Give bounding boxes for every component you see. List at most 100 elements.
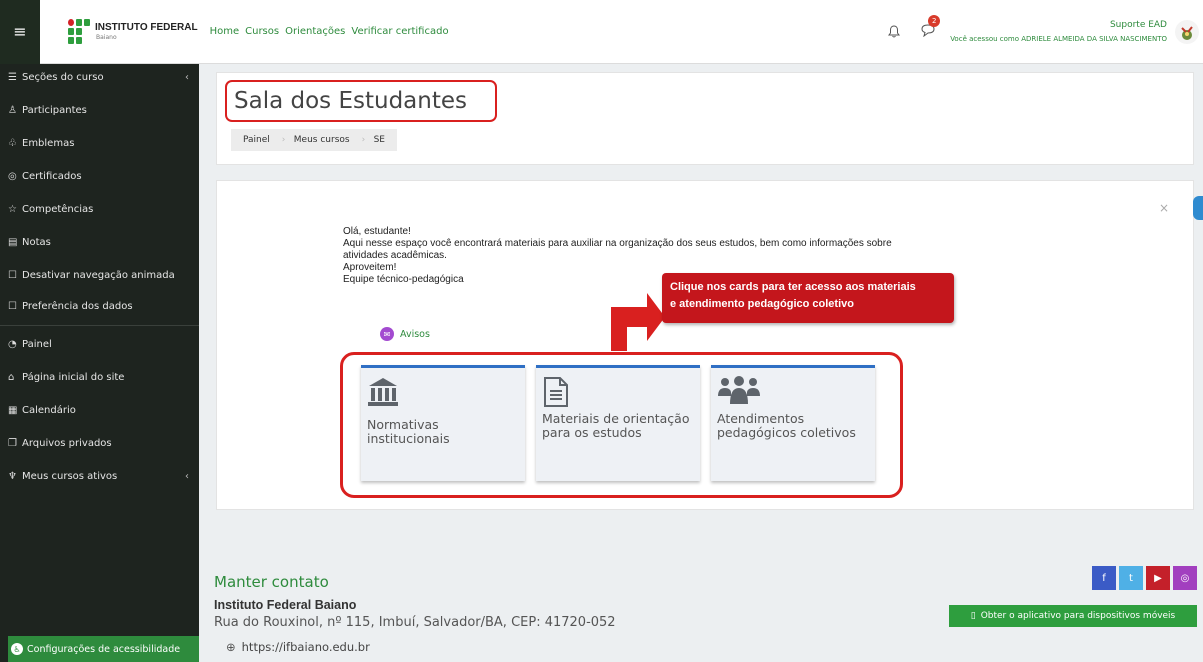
nav-link-orientacoes[interactable]: Orientações <box>285 26 345 37</box>
files-icon: ❐ <box>8 438 17 449</box>
breadcrumb-painel[interactable]: Painel <box>231 135 282 145</box>
card-atendimentos[interactable]: Atendimentos pedagógicos coletivos <box>711 365 875 481</box>
sidebar-item-secoes[interactable]: ☰ Seções do curso ‹ <box>0 71 199 84</box>
sidebar-item-label: Preferência dos dados <box>22 301 133 312</box>
forum-icon: ✉ <box>380 327 394 341</box>
globe-icon: ⊕ <box>226 640 236 654</box>
sidebar-item-painel[interactable]: ◔ Painel <box>0 338 199 351</box>
accessibility-icon: ♿ <box>11 643 23 655</box>
footer-site-link[interactable]: ⊕ https://ifbaiano.edu.br <box>226 640 370 654</box>
left-sidebar: ☰ Seções do curso ‹ ♙ Participantes ♧ Em… <box>0 64 199 662</box>
bell-icon[interactable] <box>888 24 902 39</box>
intro-line: atividades acadêmicas. <box>343 250 447 261</box>
card-label: Materiais de orientação para os estudos <box>542 411 690 440</box>
sidebar-item-calendario[interactable]: ▦ Calendário <box>0 404 199 417</box>
site-logo[interactable]: INSTITUTO FEDERAL Baiano <box>68 18 198 45</box>
sidebar-item-desativar-navegacao[interactable]: ☐ Desativar navegação animada <box>0 269 199 282</box>
youtube-icon[interactable]: ▶ <box>1146 566 1170 590</box>
nav-link-home[interactable]: Home <box>210 26 240 37</box>
sidebar-item-label: Certificados <box>22 171 82 182</box>
institution-icon <box>367 376 399 416</box>
get-mobile-app-button[interactable]: ▯ Obter o aplicativo para dispositivos m… <box>949 605 1197 627</box>
user-menu[interactable]: Suporte EAD Você acessou como ADRIELE AL… <box>950 20 1167 43</box>
avisos-label: Avisos <box>400 328 430 340</box>
logo-mark-icon <box>68 18 90 45</box>
sidebar-item-certificados[interactable]: ◎ Certificados <box>0 170 199 183</box>
sidebar-item-label: Notas <box>22 237 51 248</box>
page-header: Sala dos Estudantes Painel › Meus cursos… <box>216 72 1194 165</box>
square-icon: ☐ <box>8 301 17 312</box>
sidebar-item-label: Meus cursos ativos <box>22 471 118 482</box>
accessibility-settings-button[interactable]: ♿ Configurações de acessibilidade <box>8 636 199 662</box>
chevron-left-icon: ‹ <box>185 471 189 482</box>
sidebar-item-emblemas[interactable]: ♧ Emblemas <box>0 137 199 150</box>
footer-title: Manter contato <box>214 573 329 591</box>
square-icon: ☐ <box>8 270 17 281</box>
social-links: f t ▶ ◎ <box>1089 566 1197 590</box>
side-drawer-tab[interactable] <box>1193 196 1203 220</box>
nav-link-verificar-certificado[interactable]: Verificar certificado <box>351 26 448 37</box>
sidebar-item-label: Participantes <box>22 105 87 116</box>
sidebar-divider <box>0 325 199 326</box>
chevron-left-icon: ‹ <box>185 72 189 83</box>
document-icon <box>542 376 570 416</box>
calendar-icon: ▦ <box>8 405 18 416</box>
sidebar-item-notas[interactable]: ▤ Notas <box>0 236 199 249</box>
group-icon <box>717 376 761 416</box>
accessibility-label: Configurações de acessibilidade <box>27 643 181 655</box>
logo-subtitle: Baiano <box>96 33 117 41</box>
badge-icon: ♧ <box>8 138 17 149</box>
sidebar-item-pagina-inicial[interactable]: ⌂ Página inicial do site <box>0 371 199 384</box>
breadcrumb: Painel › Meus cursos › SE <box>231 129 397 151</box>
logo-title: INSTITUTO FEDERAL <box>95 21 198 33</box>
sidebar-item-label: Desativar navegação animada <box>22 270 175 281</box>
menu-toggle-icon[interactable]: ≡ <box>0 0 40 64</box>
footer-institution: Instituto Federal Baiano <box>214 598 357 612</box>
facebook-icon[interactable]: f <box>1092 566 1116 590</box>
sidebar-item-label: Competências <box>22 204 94 215</box>
top-nav-links: Home Cursos Orientações Verificar certif… <box>210 26 455 37</box>
card-label: Normativas institucionais <box>367 417 450 446</box>
card-label: Atendimentos pedagógicos coletivos <box>717 411 856 440</box>
sidebar-item-preferencia-dados[interactable]: ☐ Preferência dos dados <box>0 300 199 313</box>
callout-line: Clique nos cards para ter acesso aos mat… <box>670 281 916 293</box>
card-materiais[interactable]: Materiais de orientação para os estudos <box>536 365 700 481</box>
footer-site-url: https://ifbaiano.edu.br <box>241 640 370 654</box>
message-count-badge: 2 <box>928 14 941 27</box>
logged-in-as-text: Você acessou como ADRIELE ALMEIDA DA SIL… <box>950 35 1167 43</box>
list-icon: ☰ <box>8 72 17 83</box>
sidebar-item-competencias[interactable]: ☆ Competências <box>0 203 199 216</box>
sidebar-item-label: Calendário <box>22 405 76 416</box>
card-normativas[interactable]: Normativas institucionais <box>361 365 525 481</box>
sidebar-item-label: Seções do curso <box>22 72 104 83</box>
avatar[interactable] <box>1175 19 1199 44</box>
close-icon[interactable]: × <box>1159 201 1169 215</box>
page-footer: Manter contato Instituto Federal Baiano … <box>199 528 1203 662</box>
footer-address: Rua do Rouxinol, nº 115, Imbuí, Salvador… <box>214 615 616 630</box>
instagram-icon[interactable]: ◎ <box>1173 566 1197 590</box>
twitter-icon[interactable]: t <box>1119 566 1143 590</box>
sidebar-item-meus-cursos[interactable]: ♆ Meus cursos ativos ‹ <box>0 470 199 483</box>
page-title: Sala dos Estudantes <box>225 80 497 122</box>
breadcrumb-se[interactable]: SE <box>362 135 397 145</box>
course-content: × Olá, estudante! Aqui nesse espaço você… <box>216 180 1194 510</box>
app-button-label: Obter o aplicativo para dispositivos móv… <box>980 611 1176 621</box>
callout-arrow-icon <box>611 293 665 351</box>
sidebar-item-label: Arquivos privados <box>22 438 112 449</box>
mobile-icon: ▯ <box>970 611 976 621</box>
sidebar-item-participantes[interactable]: ♙ Participantes <box>0 104 199 117</box>
intro-line: Aqui nesse espaço você encontrará materi… <box>343 238 892 249</box>
breadcrumb-meus-cursos[interactable]: Meus cursos <box>282 135 362 145</box>
sidebar-item-label: Página inicial do site <box>22 372 125 383</box>
sidebar-item-arquivos-privados[interactable]: ❐ Arquivos privados <box>0 437 199 450</box>
messages-icon[interactable]: 2 <box>920 14 941 41</box>
certificate-icon: ◎ <box>8 171 17 182</box>
users-icon: ♙ <box>8 105 17 116</box>
user-name: Suporte EAD <box>1109 20 1167 30</box>
avisos-link[interactable]: ✉ Avisos <box>380 327 430 341</box>
intro-line: Olá, estudante! <box>343 226 411 237</box>
grades-icon: ▤ <box>8 237 18 248</box>
nav-link-cursos[interactable]: Cursos <box>245 26 279 37</box>
top-navbar: ≡ INSTITUTO FEDERAL Baiano Home Cursos O… <box>0 0 1203 64</box>
sidebar-item-label: Painel <box>22 339 52 350</box>
